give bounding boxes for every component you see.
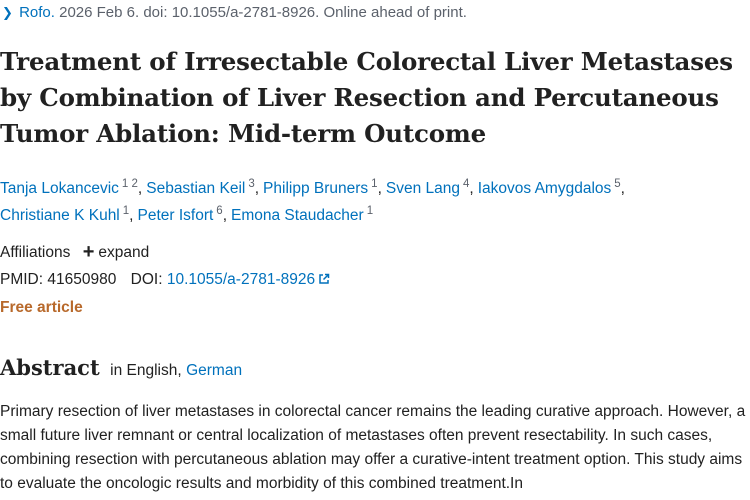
citation-line: ❯ Rofo. 2026 Feb 6. doi: 10.1055/a-2781-…: [2, 4, 467, 21]
abstract-header: Abstract in English, German: [0, 355, 242, 380]
affiliation-ref[interactable]: 5: [614, 178, 620, 190]
citation-details: 2026 Feb 6. doi: 10.1055/a-2781-8926. On…: [59, 4, 467, 21]
plus-icon: +: [82, 241, 95, 263]
external-link-icon: [319, 273, 330, 284]
separator: ,: [377, 180, 382, 197]
affiliation-ref[interactable]: 3: [248, 178, 254, 190]
author-link[interactable]: Sven Lang: [386, 180, 460, 197]
author-link[interactable]: Peter Isfort: [137, 207, 213, 224]
author-list: Tanja Lokancevic 1 2, Sebastian Keil 3, Phil…: [0, 176, 750, 230]
separator: ,: [469, 180, 474, 197]
affiliation-ref[interactable]: 1: [367, 205, 373, 217]
article-title: Treatment of Irresectable Colorectal Liv…: [0, 47, 733, 148]
author-link[interactable]: Emona Staudacher: [231, 207, 364, 224]
author-link[interactable]: Tanja Lokancevic: [0, 180, 119, 197]
separator: ,: [137, 180, 143, 197]
separator: ,: [129, 207, 134, 224]
affiliation-ref[interactable]: 1: [371, 178, 377, 190]
separator: ,: [222, 207, 228, 224]
separator: ,: [254, 180, 260, 197]
abstract-heading: Abstract: [0, 355, 100, 380]
affiliation-ref[interactable]: 1: [123, 205, 129, 217]
author-link[interactable]: Iakovos Amygdalos: [478, 180, 612, 197]
author-link[interactable]: Sebastian Keil: [146, 180, 245, 197]
doi-value: 10.1055/a-2781-8926: [166, 271, 316, 288]
affiliation-ref[interactable]: 6: [216, 205, 222, 217]
doi-label: DOI:: [130, 271, 163, 288]
affiliations-row: Affiliations + expand: [0, 240, 149, 264]
german-abstract-link[interactable]: German: [186, 362, 242, 379]
author-link[interactable]: Philipp Bruners: [263, 180, 368, 197]
abstract-language-label: in English,: [110, 362, 182, 379]
expand-label: expand: [98, 244, 150, 261]
chevron-right-icon: ❯: [2, 5, 13, 20]
affiliation-ref[interactable]: 1 2: [122, 178, 138, 190]
author-link[interactable]: Christiane K Kuhl: [0, 207, 120, 224]
identifiers-row: PMID: 41650980 DOI: 10.1055/a-2781-8926: [0, 269, 330, 291]
free-article-badge: Free article: [0, 299, 83, 316]
abstract-text: Primary resection of liver metastases in…: [0, 403, 746, 492]
separator: ,: [620, 180, 625, 197]
pmid-label: PMID:: [0, 271, 44, 288]
doi-link[interactable]: 10.1055/a-2781-8926: [167, 271, 330, 288]
pmid-value: 41650980: [47, 271, 117, 288]
affiliation-ref[interactable]: 4: [463, 178, 469, 190]
journal-link[interactable]: Rofo.: [19, 4, 55, 21]
affiliations-label: Affiliations: [0, 244, 71, 261]
expand-affiliations-button[interactable]: + expand: [82, 241, 150, 263]
